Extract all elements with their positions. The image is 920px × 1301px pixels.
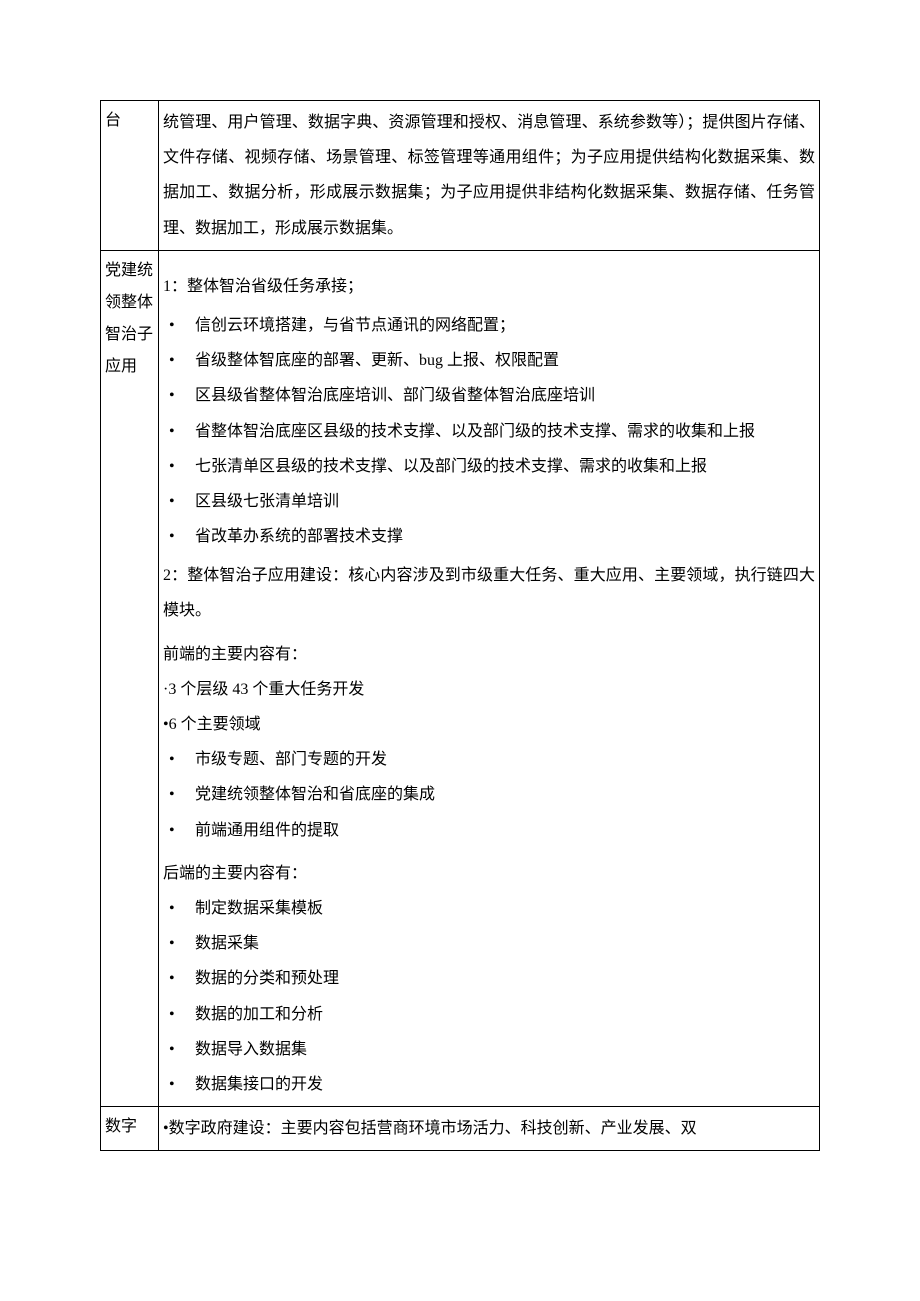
row-label: 数字 [101, 1107, 159, 1151]
list-item: 省整体智治底座区县级的技术支撑、以及部门级的技术支撑、需求的收集和上报 [163, 414, 815, 449]
list-item: 区县级省整体智治底座培训、部门级省整体智治底座培训 [163, 378, 815, 413]
list-item: 信创云环境搭建，与省节点通讯的网络配置； [163, 308, 815, 343]
document-page: 台 统管理、用户管理、数据字典、资源管理和授权、消息管理、系统参数等）；提供图片… [0, 0, 920, 1301]
list-item: 市级专题、部门专题的开发 [163, 742, 815, 777]
section-heading: 1：整体智治省级任务承接； [163, 269, 815, 304]
list-item: 党建统领整体智治和省底座的集成 [163, 777, 815, 812]
row-content: •数字政府建设：主要内容包括营商环境市场活力、科技创新、产业发展、双 [159, 1107, 820, 1151]
bullet-list: 信创云环境搭建，与省节点通讯的网络配置； 省级整体智底座的部署、更新、bug 上… [163, 308, 815, 554]
row-content: 统管理、用户管理、数据字典、资源管理和授权、消息管理、系统参数等）；提供图片存储… [159, 101, 820, 251]
row-content: 1：整体智治省级任务承接； 信创云环境搭建，与省节点通讯的网络配置； 省级整体智… [159, 250, 820, 1106]
bullet-list: 制定数据采集模板 数据采集 数据的分类和预处理 数据的加工和分析 数据导入数据集… [163, 891, 815, 1102]
subsection-heading: 后端的主要内容有： [163, 856, 815, 891]
list-item: 数据导入数据集 [163, 1032, 815, 1067]
list-item: 七张清单区县级的技术支撑、以及部门级的技术支撑、需求的收集和上报 [163, 449, 815, 484]
table-row: 数字 •数字政府建设：主要内容包括营商环境市场活力、科技创新、产业发展、双 [101, 1107, 820, 1151]
list-item: 省改革办系统的部署技术支撑 [163, 519, 815, 554]
subsection-heading: 前端的主要内容有： [163, 637, 815, 672]
list-item: 数据集接口的开发 [163, 1067, 815, 1102]
list-item: 区县级七张清单培训 [163, 484, 815, 519]
bullet-list: 市级专题、部门专题的开发 党建统领整体智治和省底座的集成 前端通用组件的提取 [163, 742, 815, 848]
list-item: 制定数据采集模板 [163, 891, 815, 926]
list-item: 省级整体智底座的部署、更新、bug 上报、权限配置 [163, 343, 815, 378]
table-row: 党建统领整体智治子应用 1：整体智治省级任务承接； 信创云环境搭建，与省节点通讯… [101, 250, 820, 1106]
list-item: 数据的分类和预处理 [163, 961, 815, 996]
list-item: 前端通用组件的提取 [163, 813, 815, 848]
section-heading: 2：整体智治子应用建设：核心内容涉及到市级重大任务、重大应用、主要领域，执行链四… [163, 558, 815, 628]
table-row: 台 统管理、用户管理、数据字典、资源管理和授权、消息管理、系统参数等）；提供图片… [101, 101, 820, 251]
list-item: ·3 个层级 43 个重大任务开发 [163, 672, 815, 707]
content-table: 台 统管理、用户管理、数据字典、资源管理和授权、消息管理、系统参数等）；提供图片… [100, 100, 820, 1151]
list-item: 数据的加工和分析 [163, 997, 815, 1032]
row-label: 台 [101, 101, 159, 251]
row-label: 党建统领整体智治子应用 [101, 250, 159, 1106]
list-item: •6 个主要领域 [163, 707, 815, 742]
list-item: 数据采集 [163, 926, 815, 961]
